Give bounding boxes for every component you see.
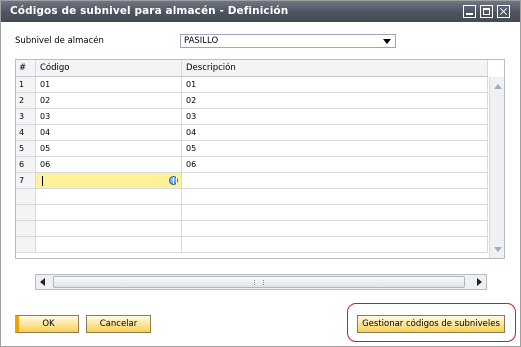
text-cursor xyxy=(42,176,43,186)
scroll-down-icon[interactable] xyxy=(494,247,502,252)
minimize-icon[interactable] xyxy=(463,5,476,18)
column-header-descripcion[interactable]: Descripción xyxy=(182,60,488,76)
codigo-cell[interactable] xyxy=(36,205,182,220)
column-header-number: # xyxy=(16,60,36,76)
descripcion-cell[interactable]: 03 xyxy=(182,109,488,124)
table-row[interactable]: 6 06 06 xyxy=(16,157,488,173)
scroll-left-icon[interactable] xyxy=(40,278,45,286)
ok-button[interactable]: OK xyxy=(15,315,79,333)
descripcion-cell[interactable] xyxy=(182,205,488,220)
subcodes-table: # Código Descripción 1 01 01 2 02 02 3 0… xyxy=(15,59,505,259)
maximize-icon[interactable] xyxy=(480,5,493,18)
row-number: 1 xyxy=(16,77,36,92)
codigo-cell[interactable]: 03 xyxy=(36,109,182,124)
subnivel-select[interactable]: PASILLO xyxy=(180,34,396,48)
subnivel-label: Subnivel de almacén xyxy=(15,36,104,46)
column-header-codigo[interactable]: Código xyxy=(36,60,182,76)
row-number: 3 xyxy=(16,109,36,124)
title-bar[interactable]: Códigos de subnivel para almacén - Defin… xyxy=(1,1,520,22)
descripcion-cell[interactable]: 06 xyxy=(182,157,488,172)
descripcion-cell[interactable] xyxy=(182,237,488,252)
table-row[interactable]: 2 02 02 xyxy=(16,93,488,109)
chevron-down-icon[interactable] xyxy=(383,39,391,44)
descripcion-cell[interactable] xyxy=(182,189,488,204)
row-number: 4 xyxy=(16,125,36,140)
row-number xyxy=(16,189,36,204)
codigo-cell[interactable]: 05 xyxy=(36,141,182,156)
table-row[interactable] xyxy=(16,221,488,237)
row-number xyxy=(16,205,36,220)
close-icon[interactable] xyxy=(497,5,510,18)
scroll-up-icon[interactable] xyxy=(494,84,502,89)
table-row[interactable]: 4 04 04 xyxy=(16,125,488,141)
table-row[interactable] xyxy=(16,189,488,205)
table-header-row: # Código Descripción xyxy=(16,60,488,77)
horizontal-scrollbar[interactable] xyxy=(35,274,487,290)
row-number xyxy=(16,237,36,252)
codigo-cell[interactable] xyxy=(36,221,182,236)
descripcion-cell[interactable]: 04 xyxy=(182,125,488,140)
codigo-cell-editing[interactable] xyxy=(36,173,182,188)
dialog-window: Códigos de subnivel para almacén - Defin… xyxy=(0,0,521,347)
cancel-button[interactable]: Cancelar xyxy=(86,315,151,333)
table-row[interactable]: 3 03 03 xyxy=(16,109,488,125)
table-row[interactable] xyxy=(16,205,488,221)
scroll-right-icon[interactable] xyxy=(477,278,482,286)
codigo-cell[interactable] xyxy=(36,237,182,252)
codigo-cell[interactable] xyxy=(36,189,182,204)
codigo-cell[interactable]: 04 xyxy=(36,125,182,140)
codigo-cell[interactable]: 06 xyxy=(36,157,182,172)
vertical-scrollbar[interactable] xyxy=(489,77,504,258)
descripcion-cell[interactable] xyxy=(182,221,488,236)
window-title: Códigos de subnivel para almacén - Defin… xyxy=(10,5,289,17)
descripcion-cell[interactable] xyxy=(182,173,488,188)
codigo-cell[interactable]: 01 xyxy=(36,77,182,92)
grip-icon xyxy=(254,280,264,285)
table-row[interactable]: 5 05 05 xyxy=(16,141,488,157)
descripcion-cell[interactable]: 02 xyxy=(182,93,488,108)
globe-icon[interactable] xyxy=(169,176,178,185)
table-row[interactable] xyxy=(16,237,488,253)
row-number: 5 xyxy=(16,141,36,156)
descripcion-cell[interactable]: 01 xyxy=(182,77,488,92)
row-number: 7 xyxy=(16,173,36,188)
row-number: 2 xyxy=(16,93,36,108)
descripcion-cell[interactable]: 05 xyxy=(182,141,488,156)
table-row-active[interactable]: 7 xyxy=(16,173,488,189)
row-number xyxy=(16,221,36,236)
scrollbar-thumb[interactable] xyxy=(53,276,465,288)
manage-subcodes-button[interactable]: Gestionar códigos de subniveles xyxy=(357,315,505,333)
codigo-cell[interactable]: 02 xyxy=(36,93,182,108)
subnivel-selected-value: PASILLO xyxy=(184,36,219,46)
table-row[interactable]: 1 01 01 xyxy=(16,77,488,93)
row-number: 6 xyxy=(16,157,36,172)
